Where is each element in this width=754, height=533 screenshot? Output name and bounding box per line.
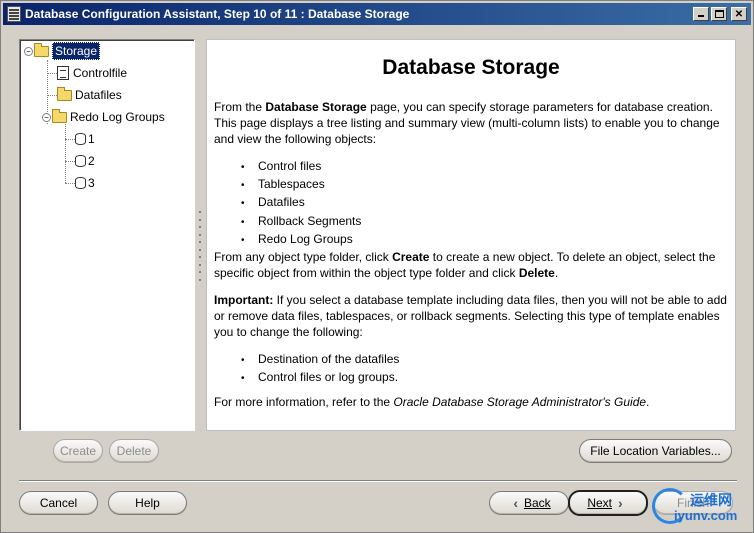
list-item: Tablespaces (237, 176, 361, 194)
more-info-paragraph: For more information, refer to the Oracl… (214, 394, 729, 410)
tree-item-storage[interactable]: − Storage (24, 42, 101, 60)
important-paragraph: Important: If you select a database temp… (214, 292, 729, 341)
create-delete-paragraph: From any object type folder, click Creat… (214, 249, 729, 281)
next-label: Next (587, 496, 612, 510)
tree-item-label: 1 (88, 132, 95, 146)
maximize-icon (714, 10, 724, 18)
folder-icon (34, 42, 49, 57)
intro-paragraph: From the Database Storage page, you can … (214, 99, 729, 148)
objects-list: Control files Tablespaces Datafiles Roll… (237, 158, 361, 249)
cancel-button[interactable]: Cancel (19, 491, 98, 515)
chevron-left-icon: ‹ (513, 495, 518, 511)
tree-item-redo-3[interactable]: 3 (75, 174, 95, 192)
title-bar[interactable]: Database Configuration Assistant, Step 1… (3, 3, 751, 25)
important-label: Important: (214, 293, 274, 307)
important-text: If you select a database template includ… (214, 293, 727, 340)
panel-splitter[interactable] (199, 211, 203, 281)
tree-item-datafiles[interactable]: Datafiles (57, 86, 122, 104)
controlfile-icon (57, 66, 69, 80)
intro-bold: Database Storage (265, 100, 367, 114)
tree-connector (65, 139, 75, 140)
tree-item-label: 2 (88, 154, 95, 168)
app-icon (7, 6, 21, 22)
more-text: . (646, 395, 650, 409)
tree-item-label: Storage (52, 42, 101, 60)
more-text: For more information, refer to the (214, 395, 394, 409)
folder-icon (52, 108, 67, 123)
tree-connector (65, 183, 75, 184)
intro-text: From the (214, 100, 266, 114)
watermark-bottom-text: iyunv.com (674, 508, 738, 523)
tree-connector (47, 73, 57, 74)
chevron-right-icon: › (618, 495, 623, 511)
watermark-top-text: 运维网 (690, 492, 732, 508)
folder-icon (57, 86, 72, 101)
maximize-button[interactable] (711, 7, 727, 21)
delete-button[interactable]: Delete (109, 439, 159, 463)
list-item: Control files (237, 158, 361, 176)
tree-item-redo-2[interactable]: 2 (75, 152, 95, 170)
help-button[interactable]: Help (108, 491, 187, 515)
collapse-icon[interactable]: − (42, 112, 51, 122)
tree-item-redo-log-groups[interactable]: − Redo Log Groups (42, 108, 165, 126)
tree-item-controlfile[interactable]: Controlfile (57, 64, 127, 82)
tree-item-label: Datafiles (75, 88, 122, 102)
back-label: Back (523, 496, 551, 510)
tree-item-label: 3 (88, 176, 95, 190)
create-text: From any object type folder, click (214, 250, 393, 264)
next-button[interactable]: Next › (568, 490, 648, 516)
list-item: Redo Log Groups (237, 231, 361, 249)
list-item: Rollback Segments (237, 213, 361, 231)
help-content-panel: Database Storage From the Database Stora… (206, 39, 736, 431)
tree-connector (65, 124, 66, 183)
window-title: Database Configuration Assistant, Step 1… (25, 7, 410, 21)
tree-item-redo-1[interactable]: 1 (75, 130, 95, 148)
storage-tree[interactable]: − Storage Controlfile Datafiles − Redo L… (19, 39, 195, 431)
close-icon: ✕ (734, 8, 744, 20)
redo-log-icon (75, 133, 86, 145)
delete-bold: Delete (518, 266, 555, 281)
tree-connector (47, 95, 57, 96)
file-location-variables-button[interactable]: File Location Variables... (579, 439, 732, 463)
collapse-icon[interactable]: − (24, 46, 33, 56)
list-item: Destination of the datafiles (237, 351, 399, 369)
dbca-window: Database Configuration Assistant, Step 1… (0, 0, 754, 533)
changes-list: Destination of the datafiles Control fil… (237, 351, 399, 387)
list-item: Control files or log groups. (237, 369, 399, 387)
minimize-icon (698, 15, 704, 17)
tree-connector (65, 161, 75, 162)
create-bold: Create (392, 250, 430, 264)
page-title: Database Storage (382, 56, 560, 79)
redo-log-icon (75, 155, 86, 167)
divider (19, 480, 737, 482)
create-text: . (554, 266, 559, 281)
minimize-button[interactable] (693, 7, 709, 21)
back-button[interactable]: ‹ Back (489, 491, 569, 515)
tree-item-label: Redo Log Groups (70, 110, 165, 124)
guide-title: Oracle Database Storage Administrator's … (393, 395, 647, 409)
create-button[interactable]: Create (53, 439, 103, 463)
redo-log-icon (75, 177, 86, 189)
tree-item-label: Controlfile (73, 66, 128, 80)
list-item: Datafiles (237, 194, 361, 212)
watermark-logo: 运维网 iyunv.com (652, 486, 752, 530)
close-button[interactable]: ✕ (731, 7, 747, 21)
